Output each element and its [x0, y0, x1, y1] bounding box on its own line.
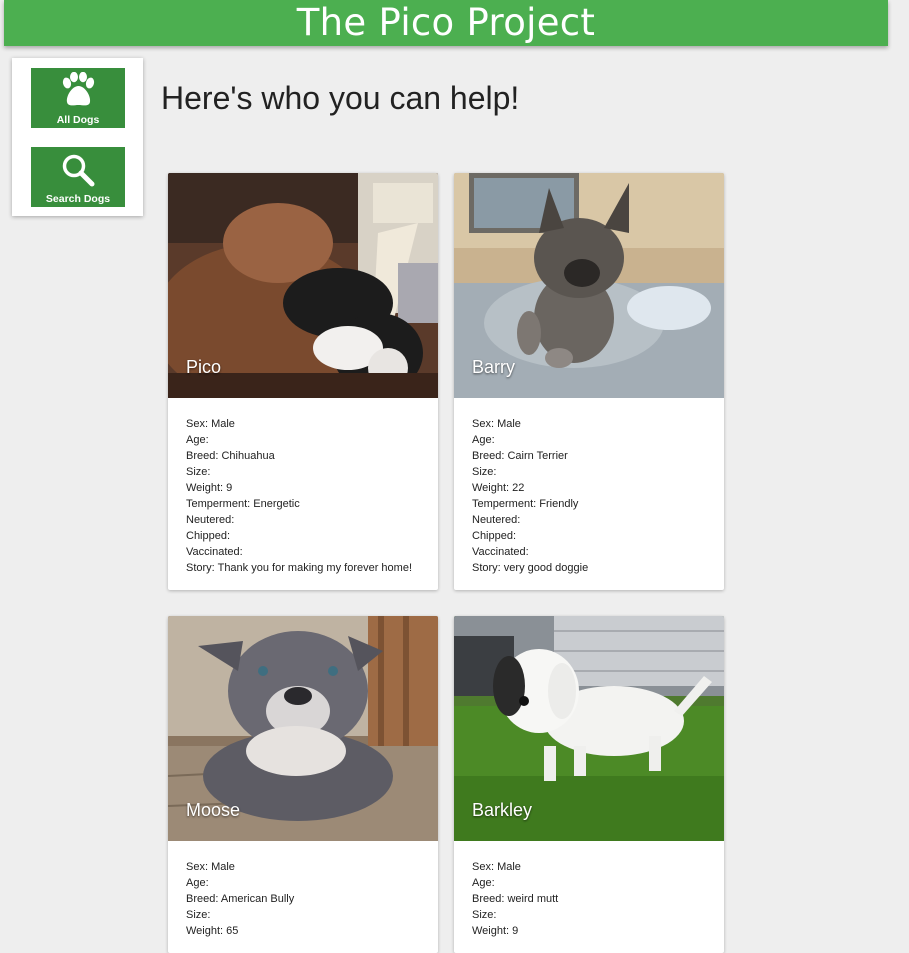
info-story: Story: Thank you for making my forever h… [186, 562, 413, 574]
search-dogs-button[interactable]: Search Dogs [31, 147, 125, 207]
dog-details: Sex: Male Age: Breed: Cairn Terrier Size… [454, 398, 724, 590]
info-weight: Weight: 9 [186, 482, 233, 494]
info-sex: Sex: Male [186, 861, 235, 873]
info-neutered: Neutered: [186, 514, 235, 526]
info-breed: Breed: Chihuahua [186, 450, 275, 462]
dog-details: Sex: Male Age: Breed: Chihuahua Size: We… [168, 398, 438, 590]
dog-photo: Barry [454, 173, 724, 398]
info-neutered: Neutered: [472, 514, 521, 526]
info-size: Size: [472, 466, 497, 478]
info-story: Story: very good doggie [472, 562, 589, 574]
search-dogs-label: Search Dogs [45, 193, 111, 205]
dog-name: Pico [186, 357, 222, 377]
info-weight: Weight: 9 [472, 925, 519, 937]
side-navigation: All Dogs Search Dogs [12, 58, 143, 216]
info-age: Age: [472, 434, 495, 446]
paw-icon [62, 72, 95, 106]
app-header: The Pico Project [4, 0, 888, 46]
dog-card-pico[interactable]: Pico Sex: Male Age: Breed: Chihuahua Siz… [168, 173, 438, 590]
info-age: Age: [472, 877, 495, 889]
info-sex: Sex: Male [186, 418, 235, 430]
all-dogs-label: All Dogs [56, 114, 100, 126]
dog-details: Sex: Male Age: Breed: weird mutt Size: W… [454, 841, 724, 953]
app-title: The Pico Project [296, 1, 596, 44]
dog-photo: Barkley [454, 616, 724, 841]
info-temperment: Temperment: Friendly [472, 498, 579, 510]
info-size: Size: [472, 909, 497, 921]
dog-photo: Moose [168, 616, 438, 841]
dog-card-moose[interactable]: Moose Sex: Male Age: Breed: American Bul… [168, 616, 438, 953]
dog-name: Barkley [472, 800, 533, 820]
info-breed: Breed: weird mutt [472, 893, 559, 905]
info-breed: Breed: American Bully [186, 893, 295, 905]
info-chipped: Chipped: [186, 530, 231, 542]
page-title: Here's who you can help! [161, 80, 520, 116]
info-age: Age: [186, 877, 209, 889]
info-weight: Weight: 65 [186, 925, 239, 937]
dog-photo: Pico [168, 173, 438, 398]
dog-card-barkley[interactable]: Barkley Sex: Male Age: Breed: weird mutt… [454, 616, 724, 953]
dog-name: Moose [186, 800, 241, 820]
search-icon [62, 154, 95, 187]
info-breed: Breed: Cairn Terrier [472, 450, 568, 462]
all-dogs-button[interactable]: All Dogs [31, 68, 125, 128]
info-size: Size: [186, 909, 211, 921]
info-temperment: Temperment: Energetic [186, 498, 300, 510]
info-age: Age: [186, 434, 209, 446]
dog-name: Barry [472, 357, 516, 377]
info-sex: Sex: Male [472, 861, 521, 873]
info-weight: Weight: 22 [472, 482, 525, 494]
info-vaccinated: Vaccinated: [186, 546, 243, 558]
info-chipped: Chipped: [472, 530, 517, 542]
info-sex: Sex: Male [472, 418, 521, 430]
dog-card-barry[interactable]: Barry Sex: Male Age: Breed: Cairn Terrie… [454, 173, 724, 590]
dog-details: Sex: Male Age: Breed: American Bully Siz… [168, 841, 438, 953]
info-size: Size: [186, 466, 211, 478]
info-vaccinated: Vaccinated: [472, 546, 529, 558]
